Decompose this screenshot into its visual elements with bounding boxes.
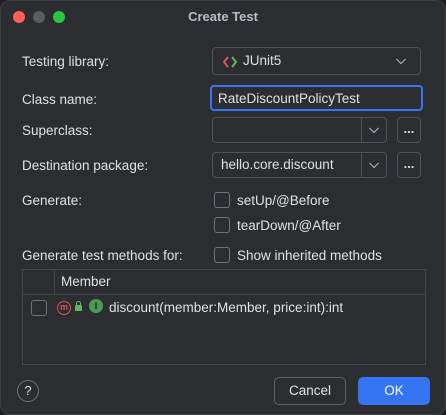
- testing-library-value: JUnit5: [243, 53, 282, 68]
- title-bar: Create Test: [1, 1, 445, 33]
- chevron-down-icon: [369, 158, 379, 169]
- class-name-field[interactable]: RateDiscountPolicyTest: [210, 85, 423, 111]
- testing-library-label: Testing library:: [22, 54, 110, 69]
- destination-package-field[interactable]: hello.core.discount: [212, 152, 362, 178]
- teardown-checkbox-label: tearDown/@After: [237, 218, 341, 233]
- generate-label: Generate:: [22, 193, 83, 208]
- create-test-dialog: Create Test Testing library: JUnit5 Clas…: [0, 0, 446, 415]
- junit-icon: [223, 56, 237, 68]
- superclass-field[interactable]: [212, 117, 362, 143]
- teardown-checkbox[interactable]: [214, 217, 230, 233]
- destination-package-label: Destination package:: [22, 158, 149, 173]
- ok-button[interactable]: OK: [358, 377, 430, 405]
- chevron-down-icon: [369, 123, 379, 134]
- show-inherited-checkbox[interactable]: [214, 247, 230, 263]
- cancel-button[interactable]: Cancel: [274, 377, 346, 405]
- help-icon[interactable]: ?: [17, 380, 39, 402]
- setup-checkbox[interactable]: [214, 192, 230, 208]
- table-header: Member: [23, 270, 425, 295]
- setup-checkbox-label: setUp/@Before: [237, 193, 330, 208]
- lock-icon: [75, 301, 82, 311]
- show-inherited-label: Show inherited methods: [237, 248, 382, 263]
- testing-library-select[interactable]: JUnit5: [212, 47, 421, 75]
- members-table: Member m I discount(member:Member, price…: [22, 269, 426, 365]
- method-icon: m: [57, 301, 71, 315]
- chevron-down-icon: [394, 54, 408, 68]
- member-signature: discount(member:Member, price:int):int: [109, 300, 344, 315]
- row-checkbox[interactable]: [31, 300, 47, 316]
- generate-methods-label: Generate test methods for:: [22, 248, 183, 263]
- superclass-dropdown[interactable]: [361, 117, 387, 143]
- class-name-label: Class name:: [22, 92, 98, 107]
- column-divider: [54, 270, 55, 294]
- superclass-label: Superclass:: [22, 123, 93, 138]
- column-header-member[interactable]: Member: [61, 274, 111, 289]
- dialog-title: Create Test: [188, 9, 258, 24]
- destination-browse-button[interactable]: ...: [397, 152, 421, 178]
- superclass-browse-button[interactable]: ...: [397, 117, 421, 143]
- table-row[interactable]: m I discount(member:Member, price:int):i…: [23, 298, 425, 320]
- interface-icon: I: [89, 299, 103, 313]
- class-name-value: RateDiscountPolicyTest: [218, 91, 360, 106]
- destination-package-dropdown[interactable]: [361, 152, 387, 178]
